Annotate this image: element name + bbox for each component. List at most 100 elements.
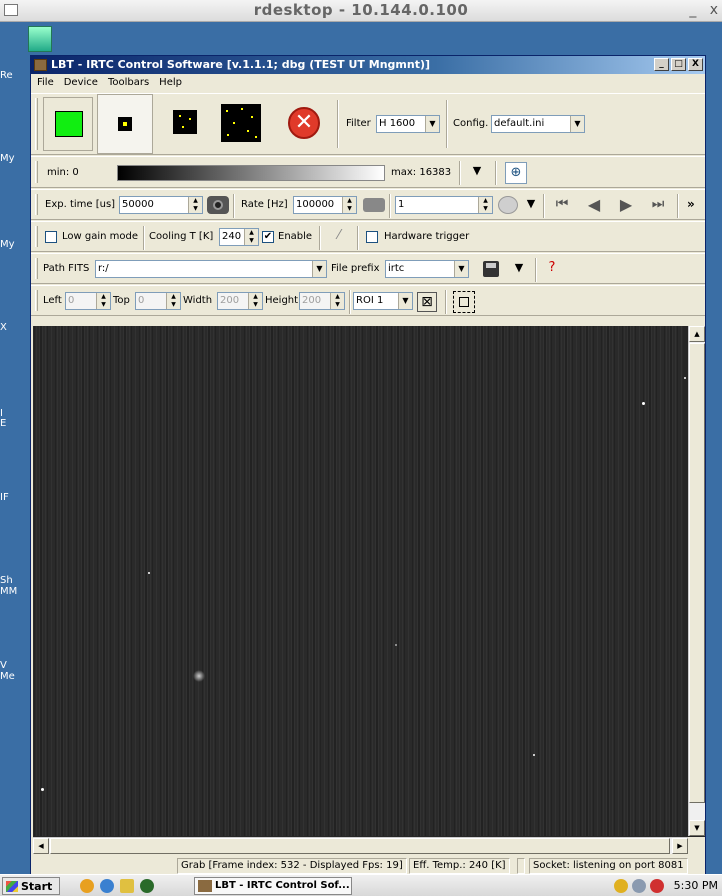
zoom-icon[interactable]: ⊕ <box>505 162 527 184</box>
spin-arrows-icon[interactable]: ▲ ▼ <box>330 293 344 309</box>
scroll-up-icon[interactable]: ▲ <box>689 326 705 342</box>
desktop-icon-label[interactable]: My <box>0 239 15 250</box>
chevron-down-icon[interactable]: ▼ <box>570 116 584 132</box>
wand-icon[interactable]: ⁄ <box>329 228 349 246</box>
media-player-icon[interactable] <box>140 879 154 893</box>
file-prefix-select[interactable]: irtc ▼ <box>385 260 469 278</box>
network-tray-icon[interactable] <box>632 879 646 893</box>
start-button[interactable]: Start <box>2 877 60 895</box>
app-icon[interactable] <box>34 59 47 71</box>
desktop-icon-label[interactable]: X <box>0 322 7 333</box>
spin-arrows-icon[interactable]: ▲ ▼ <box>188 197 202 213</box>
exp-time-input[interactable]: 50000 ▲ ▼ <box>119 196 203 214</box>
film-roll-icon[interactable] <box>363 198 385 212</box>
desktop-icon-label[interactable]: MM <box>0 586 17 597</box>
chevron-down-icon[interactable]: ▼ <box>398 293 412 309</box>
desktop-icon-label[interactable]: Re <box>0 70 13 81</box>
spin-arrows-icon[interactable]: ▲ ▼ <box>96 293 110 309</box>
chevron-down-icon[interactable]: ▼ <box>425 116 439 132</box>
taskbar-item-irtc[interactable]: LBT - IRTC Control Sof... <box>194 877 352 895</box>
top-input[interactable]: 0 ▲ ▼ <box>135 292 181 310</box>
config-select[interactable]: default.ini ▼ <box>491 115 585 133</box>
toolbar-grip[interactable] <box>35 194 38 215</box>
spin-arrows-icon[interactable]: ▲ ▼ <box>342 197 356 213</box>
low-gain-checkbox[interactable] <box>45 231 57 243</box>
cooling-input[interactable]: 240 ▲ ▼ <box>219 228 259 246</box>
spin-arrows-icon[interactable]: ▲ ▼ <box>166 293 180 309</box>
vertical-scroll-thumb[interactable] <box>689 343 705 803</box>
spin-arrows-icon[interactable]: ▲ ▼ <box>244 229 258 245</box>
height-input[interactable]: 200 ▲ ▼ <box>299 292 345 310</box>
toolbar-grip[interactable] <box>35 290 38 311</box>
toolbar-grip[interactable] <box>35 258 38 279</box>
roi-select[interactable]: ROI 1 ▼ <box>353 292 413 310</box>
app-titlebar[interactable]: LBT - IRTC Control Software [v.1.1.1; db… <box>31 56 705 74</box>
spin-arrows-icon[interactable]: ▲ ▼ <box>248 293 262 309</box>
folder-icon[interactable] <box>120 879 134 893</box>
dropdown-arrow-icon[interactable]: ▼ <box>523 197 539 213</box>
scroll-left-icon[interactable]: ◀ <box>33 838 49 854</box>
camera-icon[interactable] <box>207 196 229 214</box>
enable-checkbox[interactable]: ✔ <box>262 231 274 243</box>
toolbar-grip[interactable] <box>35 161 38 183</box>
rdesktop-close-button[interactable]: x <box>710 2 718 18</box>
dropdown-arrow-icon[interactable]: ▼ <box>511 261 527 277</box>
clear-roi-icon[interactable]: ⊠ <box>417 292 437 312</box>
path-fits-select[interactable]: r:/ ▼ <box>95 260 327 278</box>
toolbar-grip[interactable] <box>35 226 38 247</box>
toolbar-overflow-button[interactable]: » <box>687 197 695 211</box>
hardware-trigger-checkbox[interactable] <box>366 231 378 243</box>
recycle-bin-icon[interactable] <box>28 26 52 52</box>
camera-frame-image[interactable] <box>33 326 686 836</box>
rate-input[interactable]: 100000 ▲ ▼ <box>293 196 357 214</box>
horizontal-scroll-thumb[interactable] <box>50 838 670 854</box>
close-button[interactable]: X <box>688 58 703 71</box>
single-frame-button[interactable] <box>97 94 153 154</box>
menu-toolbars[interactable]: Toolbars <box>102 74 153 88</box>
desktop-icon-label[interactable]: IF <box>0 492 9 503</box>
chevron-down-icon[interactable]: ▼ <box>454 261 468 277</box>
maximize-button[interactable]: □ <box>671 58 686 71</box>
rdesktop-minimize-button[interactable]: _ <box>689 2 696 18</box>
network-icon[interactable] <box>100 879 114 893</box>
menu-file[interactable]: File <box>31 74 58 88</box>
desktop-icon-label[interactable]: Sh <box>0 575 13 586</box>
menu-help[interactable]: Help <box>153 74 186 88</box>
stop-button[interactable]: ✕ <box>279 97 329 151</box>
scroll-down-icon[interactable]: ▼ <box>689 820 705 836</box>
menu-device[interactable]: Device <box>58 74 102 88</box>
ie-icon[interactable] <box>80 879 94 893</box>
next-frame-icon[interactable]: ▶ <box>617 195 635 215</box>
frame-count-input[interactable]: 1 ▲ ▼ <box>395 196 493 214</box>
horizontal-scrollbar[interactable]: ◀ ▶ <box>33 837 688 854</box>
left-input[interactable]: 0 ▲ ▼ <box>65 292 111 310</box>
filter-select[interactable]: H 1600 ▼ <box>376 115 440 133</box>
fits-header-help-icon[interactable]: ? <box>543 260 561 280</box>
desktop-icon-label[interactable]: Me <box>0 671 15 682</box>
film-reel-icon[interactable] <box>498 196 518 214</box>
vertical-scrollbar[interactable]: ▲ ▼ <box>688 326 705 836</box>
grayscale-gradient-bar[interactable] <box>117 165 385 181</box>
select-roi-icon[interactable] <box>453 291 475 313</box>
desktop-icon-label[interactable]: E <box>0 418 6 429</box>
minimize-button[interactable]: _ <box>654 58 669 71</box>
chevron-down-icon[interactable]: ▼ <box>312 261 326 277</box>
security-shield-icon[interactable] <box>614 879 628 893</box>
save-icon[interactable] <box>483 261 499 277</box>
toolbar-grip[interactable] <box>35 98 38 150</box>
desktop-icon-label[interactable]: V <box>0 660 7 671</box>
desktop-icon-label[interactable]: My <box>0 153 15 164</box>
dropdown-arrow-icon[interactable]: ▼ <box>469 164 485 180</box>
skip-to-end-icon[interactable]: ⏭ <box>647 196 669 214</box>
width-input[interactable]: 200 ▲ ▼ <box>217 292 263 310</box>
skip-to-start-icon[interactable]: ⏮ <box>551 196 573 214</box>
image-viewport[interactable]: ▲ ▼ ◀ ▶ <box>33 326 705 854</box>
start-acquisition-button[interactable] <box>43 97 93 151</box>
roi-view-button[interactable] <box>159 97 209 151</box>
rdesktop-window-buttons[interactable]: _ x <box>689 2 718 18</box>
scroll-right-icon[interactable]: ▶ <box>672 838 688 854</box>
previous-frame-icon[interactable]: ◀ <box>585 195 603 215</box>
spin-arrows-icon[interactable]: ▲ ▼ <box>478 197 492 213</box>
alert-tray-icon[interactable] <box>650 879 664 893</box>
full-frame-button[interactable] <box>215 97 271 151</box>
